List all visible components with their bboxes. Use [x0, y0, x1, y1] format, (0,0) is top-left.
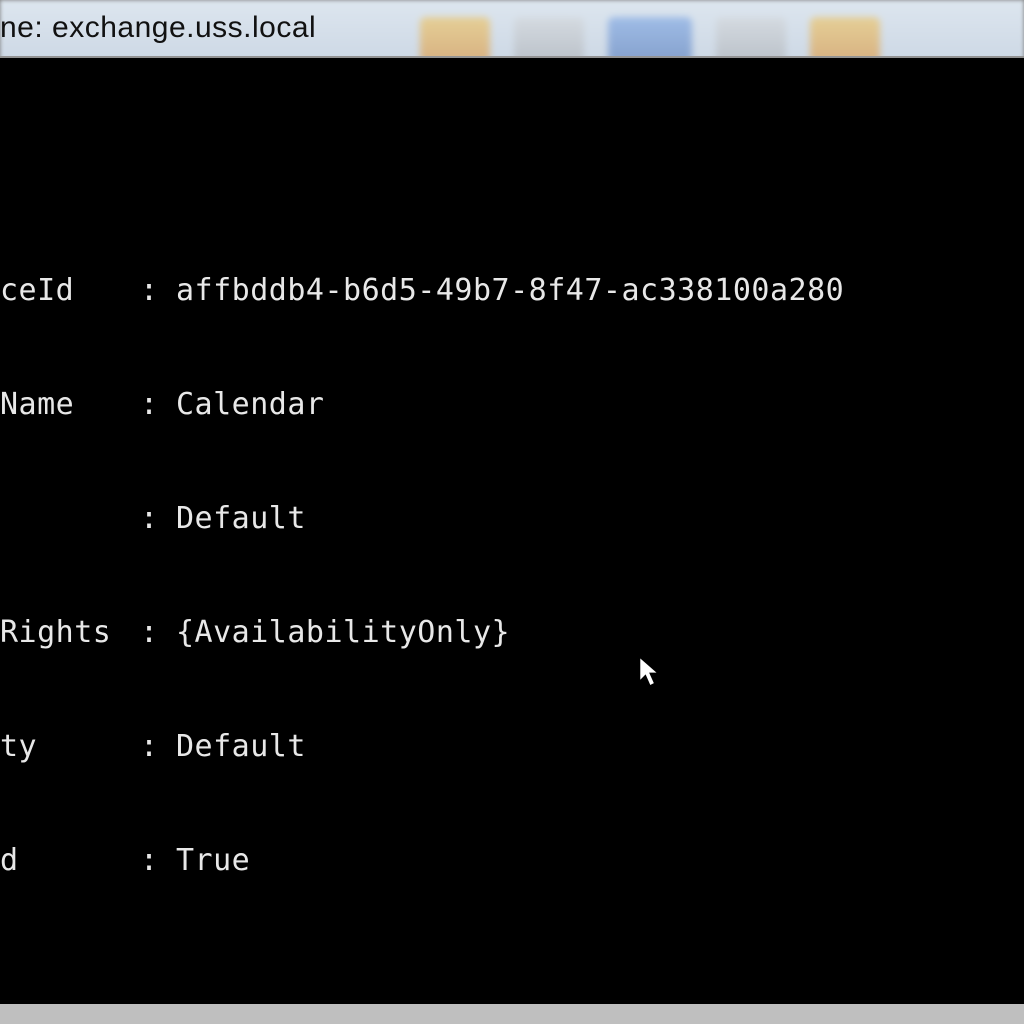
window-title: ne: exchange.uss.local	[0, 11, 316, 45]
terminal-output[interactable]: ceId: affbddb4-b6d5-49b7-8f47-ac338100a2…	[0, 58, 1024, 1024]
field-label: ty	[0, 728, 140, 766]
field-value: Calendar	[176, 386, 1024, 424]
table-row: ty: Default	[0, 728, 1024, 766]
field-value: Default	[176, 500, 1024, 538]
field-value: True	[176, 842, 1024, 880]
table-row: Rights: {AvailabilityOnly}	[0, 614, 1024, 652]
colon-separator: :	[140, 728, 176, 766]
colon-separator: :	[140, 500, 176, 538]
field-value: {AvailabilityOnly}	[176, 614, 1024, 652]
field-label: ceId	[0, 272, 140, 310]
colon-separator: :	[140, 386, 176, 424]
table-row: : Default	[0, 500, 1024, 538]
colon-separator: :	[140, 272, 176, 310]
field-label: Rights	[0, 614, 140, 652]
colon-separator: :	[140, 614, 176, 652]
field-label: d	[0, 842, 140, 880]
terminal-window[interactable]: ceId: affbddb4-b6d5-49b7-8f47-ac338100a2…	[0, 56, 1024, 1024]
colon-separator: :	[140, 842, 176, 880]
permission-entry: ceId: affbddb4-b6d5-49b7-8f47-ac338100a2…	[0, 196, 1024, 956]
field-label	[0, 500, 140, 538]
table-row: Name: Calendar	[0, 386, 1024, 424]
table-row: ceId: affbddb4-b6d5-49b7-8f47-ac338100a2…	[0, 272, 1024, 310]
field-label: Name	[0, 386, 140, 424]
window-titlebar[interactable]: ne: exchange.uss.local	[0, 0, 316, 56]
field-value: Default	[176, 728, 1024, 766]
table-row: d: True	[0, 842, 1024, 880]
field-value: affbddb4-b6d5-49b7-8f47-ac338100a280	[176, 272, 1024, 310]
